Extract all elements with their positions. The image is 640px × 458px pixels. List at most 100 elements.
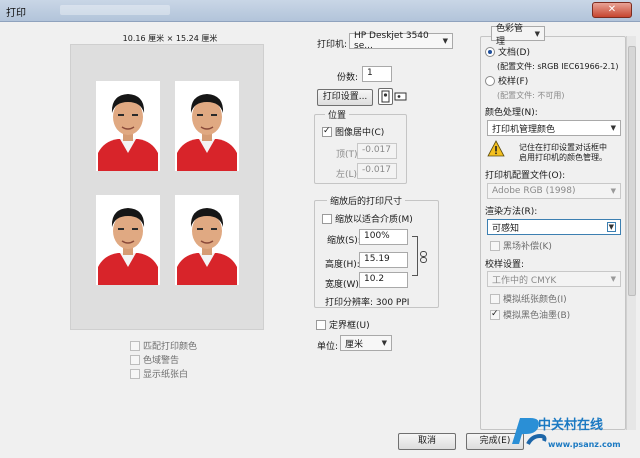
- rendering-intent-select[interactable]: 可感知 ▼: [487, 219, 621, 235]
- warning-text-line2: 启用打印机的颜色管理。: [519, 153, 607, 162]
- show-paper-white-checkbox[interactable]: [130, 368, 140, 379]
- chevron-down-icon: ▼: [610, 124, 616, 132]
- proof-profile: (配置文件: 不可用): [497, 91, 565, 100]
- window-title: 打印: [6, 8, 26, 19]
- center-image-label: 图像居中(C): [335, 128, 385, 138]
- printer-profile-select[interactable]: Adobe RGB (1998) ▼: [487, 183, 621, 199]
- center-image-checkbox[interactable]: [322, 126, 332, 137]
- chevron-down-icon: ▼: [606, 222, 616, 232]
- proof-option[interactable]: 校样(F): [485, 74, 528, 87]
- scale-label: 缩放(S):: [327, 236, 361, 246]
- title-bar: 打印 ✕: [0, 0, 640, 22]
- print-resolution: 打印分辨率: 300 PPI: [325, 298, 410, 308]
- document-profile: (配置文件: sRGB IEC61966-2.1): [497, 62, 619, 71]
- simulate-paper-color-option[interactable]: 模拟纸张颜色(I): [490, 292, 567, 305]
- proof-setup-select[interactable]: 工作中的 CMYK ▼: [487, 271, 621, 287]
- gamut-warning-checkbox[interactable]: [130, 354, 140, 365]
- width-input[interactable]: 10.2: [359, 272, 408, 288]
- height-label: 高度(H):: [325, 260, 360, 270]
- chevron-down-icon: ▼: [610, 275, 616, 283]
- black-point-compensation-checkbox[interactable]: [490, 240, 500, 251]
- watermark-line1: 中关村在线: [538, 418, 604, 433]
- proof-label: 校样(F): [498, 77, 529, 87]
- gamut-warning-label: 色域警告: [143, 356, 180, 366]
- preview-photo: [175, 81, 239, 171]
- chevron-down-icon: ▼: [442, 37, 448, 45]
- printer-profile-value: Adobe RGB (1998): [492, 186, 576, 196]
- top-input[interactable]: -0.017: [357, 143, 397, 159]
- cancel-button[interactable]: 取消: [398, 433, 456, 450]
- show-paper-white-label: 显示纸张白: [143, 370, 189, 380]
- right-panel-scrollbar[interactable]: [626, 36, 636, 430]
- bounding-box-checkbox[interactable]: [316, 319, 326, 330]
- chevron-down-icon: ▼: [610, 187, 616, 195]
- show-paper-white-option[interactable]: 显示纸张白: [130, 367, 188, 380]
- document-label: 文档(D): [498, 48, 530, 58]
- center-image-option[interactable]: 图像居中(C): [322, 125, 384, 138]
- close-button[interactable]: ✕: [592, 2, 632, 18]
- units-select[interactable]: 厘米 ▼: [340, 335, 392, 351]
- landscape-icon: [394, 92, 407, 101]
- printer-label: 打印机:: [317, 40, 348, 50]
- watermark-line2: www.psanz.com: [548, 440, 621, 449]
- black-point-compensation-label: 黑场补偿(K): [503, 242, 552, 252]
- warning-icon: [487, 140, 505, 158]
- scale-to-fit-option[interactable]: 缩放以适合介质(M): [322, 212, 413, 225]
- simulate-black-ink-option[interactable]: 模拟黑色油墨(B): [490, 308, 570, 321]
- simulate-black-ink-label: 模拟黑色油墨(B): [503, 311, 571, 321]
- copies-input[interactable]: 1: [362, 66, 392, 82]
- landscape-orientation-button[interactable]: [394, 89, 408, 104]
- color-handling-value: 打印机管理颜色: [492, 124, 556, 135]
- bounding-box-option[interactable]: 定界框(U): [316, 318, 370, 331]
- scrollbar-thumb[interactable]: [628, 46, 636, 296]
- rendering-intent-label: 渲染方法(R):: [485, 207, 538, 217]
- copies-label: 份数:: [337, 73, 359, 83]
- simulate-paper-color-checkbox[interactable]: [490, 293, 500, 304]
- scale-input[interactable]: 100%: [359, 229, 408, 245]
- document-radio[interactable]: [485, 46, 495, 57]
- simulate-paper-color-label: 模拟纸张颜色(I): [503, 295, 567, 305]
- print-settings-button[interactable]: 打印设置...: [317, 89, 373, 106]
- height-input[interactable]: 15.19: [359, 252, 408, 268]
- position-group-title: 位置: [325, 108, 350, 121]
- print-dimensions: 10.16 厘米 × 15.24 厘米: [122, 34, 218, 43]
- bounding-box-label: 定界框(U): [329, 321, 370, 331]
- portrait-icon: [381, 90, 390, 103]
- color-handling-select[interactable]: 打印机管理颜色 ▼: [487, 120, 621, 136]
- portrait-orientation-button[interactable]: [378, 88, 393, 105]
- link-icon[interactable]: [419, 251, 428, 263]
- proof-setup-label: 校样设置:: [485, 260, 525, 270]
- printer-select[interactable]: HP Deskjet 3540 se... ▼: [349, 31, 453, 51]
- black-point-compensation-option[interactable]: 黑场补偿(K): [490, 239, 552, 252]
- color-management-value: 色彩管理: [496, 23, 524, 47]
- title-bar-ghost: [60, 5, 170, 15]
- left-input[interactable]: -0.017: [357, 163, 397, 179]
- preview-photo: [96, 195, 160, 285]
- site-logo-watermark: 中关村在线 www.psanz.com: [508, 410, 628, 454]
- printer-profile-label: 打印机配置文件(O):: [485, 171, 566, 181]
- proof-setup-value: 工作中的 CMYK: [492, 275, 557, 286]
- chevron-down-icon: ▼: [534, 29, 540, 38]
- chevron-down-icon: ▼: [381, 339, 387, 347]
- color-handling-label: 颜色处理(N):: [485, 108, 538, 118]
- width-label: 宽度(W):: [325, 280, 362, 290]
- proof-radio[interactable]: [485, 75, 495, 86]
- document-option[interactable]: 文档(D): [485, 45, 530, 58]
- preview-photo: [175, 195, 239, 285]
- scale-to-fit-label: 缩放以适合介质(M): [335, 215, 413, 225]
- simulate-black-ink-checkbox[interactable]: [490, 309, 500, 320]
- rendering-intent-value: 可感知: [492, 223, 520, 234]
- units-label: 单位:: [317, 342, 339, 352]
- color-management-select[interactable]: 色彩管理 ▼: [491, 24, 545, 47]
- match-print-colors-label: 匹配打印颜色: [143, 342, 198, 352]
- print-preview-canvas: [70, 44, 264, 330]
- match-print-colors-option[interactable]: 匹配打印颜色: [130, 339, 197, 352]
- aspect-link-bracket: [412, 236, 418, 276]
- printer-select-value: HP Deskjet 3540 se...: [354, 31, 429, 51]
- match-print-colors-checkbox[interactable]: [130, 340, 140, 351]
- scale-to-fit-checkbox[interactable]: [322, 213, 332, 224]
- units-select-value: 厘米: [345, 339, 364, 350]
- scaled-size-group-title: 缩放后的打印尺寸: [327, 194, 406, 207]
- preview-photo: [96, 81, 160, 171]
- gamut-warning-option[interactable]: 色域警告: [130, 353, 179, 366]
